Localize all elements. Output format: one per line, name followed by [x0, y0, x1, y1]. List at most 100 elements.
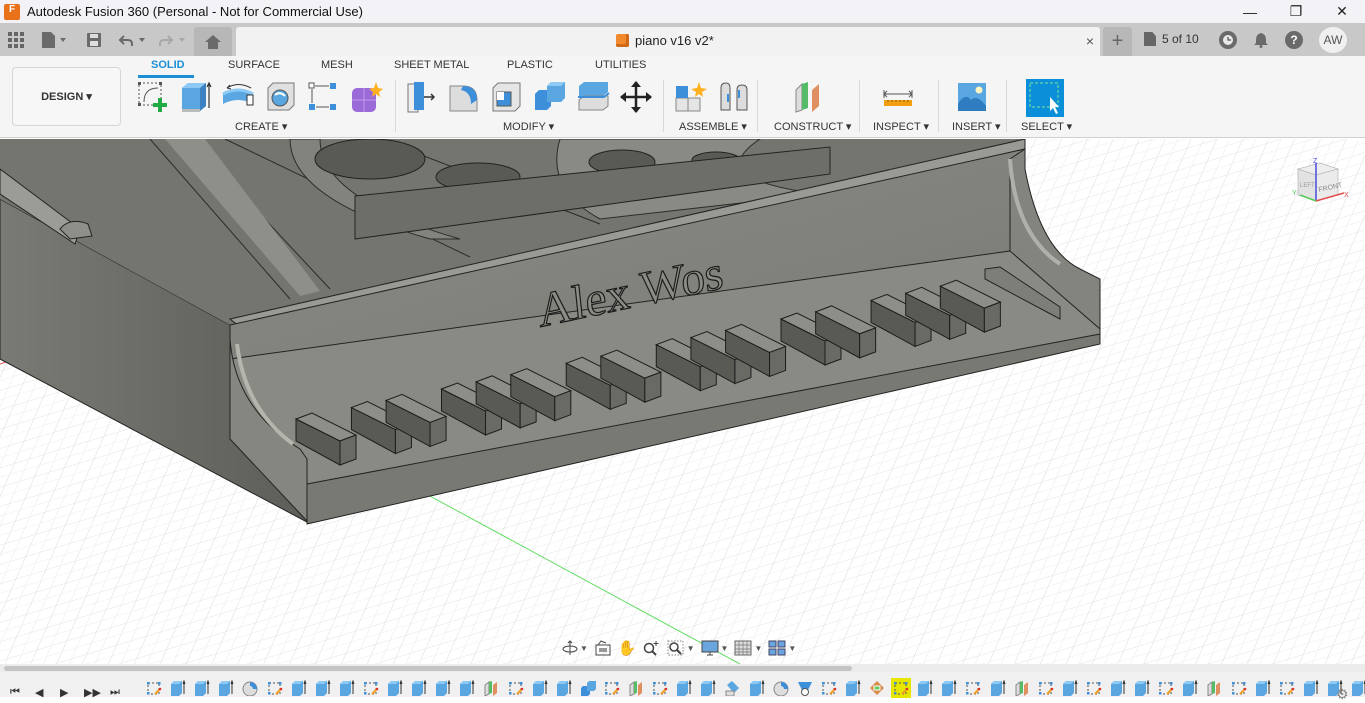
timeline-feature-sketch[interactable] [965, 680, 981, 696]
create-form-icon[interactable] [349, 80, 383, 114]
viewports-icon[interactable]: ▼ [768, 640, 796, 656]
timeline-feature-plane[interactable] [628, 680, 644, 697]
look-at-icon[interactable] [594, 640, 612, 656]
timeline-feature-sketch[interactable] [652, 680, 668, 696]
timeline-feature-extrude[interactable] [676, 679, 692, 696]
press-pull-icon[interactable] [404, 80, 438, 114]
save-button[interactable] [86, 30, 102, 50]
timeline-feature-split[interactable] [724, 680, 740, 697]
timeline-feature-extrude[interactable] [1303, 679, 1319, 696]
display-settings-icon[interactable]: ▼ [701, 640, 728, 656]
timeline-feature-extrude[interactable] [387, 679, 403, 696]
timeline-feature-extrude[interactable] [1182, 679, 1198, 696]
maximize-button[interactable]: ❐ [1273, 0, 1319, 23]
timeline-feature-extrude[interactable] [749, 679, 765, 696]
timeline-feature-sketch[interactable] [1279, 680, 1295, 696]
offset-plane-icon[interactable] [792, 80, 826, 114]
timeline-settings-gear-icon[interactable]: ⚙ [1336, 686, 1349, 703]
timeline-feature-extrude[interactable] [459, 679, 475, 696]
notifications-bell-icon[interactable] [1252, 31, 1270, 49]
move-copy-icon[interactable] [619, 80, 653, 114]
insert-image-icon[interactable] [955, 80, 989, 114]
timeline-feature-plane[interactable] [1206, 680, 1222, 697]
timeline-feature-extrude[interactable] [700, 679, 716, 696]
scrollbar-thumb[interactable] [4, 666, 852, 671]
timeline-feature-extrude[interactable] [1110, 679, 1126, 696]
timeline-feature-sketch[interactable] [508, 680, 524, 696]
redo-button[interactable] [158, 30, 188, 50]
joint-icon[interactable] [717, 80, 751, 114]
extrude-icon[interactable] [178, 80, 212, 114]
fit-zoom-window-icon[interactable]: ▼ [667, 640, 695, 656]
timeline-feature-loft[interactable] [797, 680, 813, 696]
tab-plastic[interactable]: PLASTIC [507, 59, 553, 71]
timeline-feature-extrude[interactable] [291, 679, 307, 696]
timeline-feature-extrude[interactable] [917, 679, 933, 696]
timeline-feature-sketch[interactable] [267, 680, 283, 696]
timeline-feature-extrude[interactable] [218, 679, 234, 696]
timeline-feature-extrude[interactable] [1255, 679, 1271, 696]
timeline-feature-plane[interactable] [1014, 680, 1030, 697]
timeline-feature-decal[interactable] [869, 680, 885, 696]
timeline-feature-fillet[interactable] [242, 680, 258, 697]
timeline-first-button[interactable]: ⏮ [10, 686, 20, 699]
zoom-icon[interactable] [643, 640, 661, 656]
timeline-feature-sketch[interactable] [821, 680, 837, 696]
construct-group-dropdown[interactable]: CONSTRUCT ▾ [774, 120, 851, 133]
timeline-feature-extrude[interactable] [556, 679, 572, 696]
timeline-feature-extrude[interactable] [941, 679, 957, 696]
timeline-feature-extrude[interactable] [1351, 679, 1365, 696]
pan-hand-icon[interactable]: ✋ [618, 639, 637, 657]
timeline-feature-extrude[interactable] [411, 679, 427, 696]
assemble-group-dropdown[interactable]: ASSEMBLE ▾ [679, 120, 747, 133]
tab-solid[interactable]: SOLID [151, 59, 185, 71]
timeline-feature-extrude[interactable] [315, 679, 331, 696]
timeline-feature-sketch-active[interactable] [891, 678, 912, 698]
timeline-feature-sketch[interactable] [363, 680, 379, 696]
timeline-previous-button[interactable]: ◀ [35, 686, 43, 699]
fillet-icon[interactable] [447, 80, 481, 114]
workspace-dropdown[interactable]: DESIGN ▾ [12, 67, 121, 126]
rectangular-pattern-icon[interactable] [306, 80, 340, 114]
undo-button[interactable] [118, 30, 148, 50]
timeline-next-button[interactable]: ▶▶ [84, 686, 101, 699]
measure-icon[interactable] [881, 80, 915, 114]
timeline-last-button[interactable]: ⏭ [110, 686, 120, 699]
timeline-feature-sketch[interactable] [146, 680, 162, 696]
app-grid-icon[interactable] [8, 30, 24, 50]
timeline-feature-sketch[interactable] [1038, 680, 1054, 696]
close-window-button[interactable]: ✕ [1319, 0, 1365, 23]
help-icon[interactable]: ? [1285, 31, 1303, 49]
timeline-feature-sketch[interactable] [1231, 680, 1247, 696]
create-group-dropdown[interactable]: CREATE ▾ [235, 120, 287, 133]
inspect-group-dropdown[interactable]: INSPECT ▾ [873, 120, 929, 133]
orbit-icon[interactable]: ▼ [562, 640, 588, 656]
timeline-feature-extrude[interactable] [194, 679, 210, 696]
timeline-feature-extrude[interactable] [845, 679, 861, 696]
select-group-dropdown[interactable]: SELECT ▾ [1021, 120, 1072, 133]
timeline-feature-sketch[interactable] [1086, 680, 1102, 696]
timeline-feature-extrude[interactable] [1134, 679, 1150, 696]
design-canvas[interactable]: Alex Wos FRONT LEFT Z X Y [0, 139, 1365, 664]
timeline-feature-combine[interactable] [580, 680, 596, 696]
home-tab[interactable] [194, 27, 232, 56]
tab-sheet-metal[interactable]: SHEET METAL [394, 59, 469, 71]
hole-icon[interactable] [264, 80, 298, 114]
timeline-feature-extrude[interactable] [435, 679, 451, 696]
modify-group-dropdown[interactable]: MODIFY ▾ [503, 120, 554, 133]
new-component-icon[interactable] [674, 80, 708, 114]
version-button[interactable]: 5 of 10 [1144, 32, 1199, 46]
timeline-feature-sketch[interactable] [1158, 680, 1174, 696]
timeline-feature-extrude[interactable] [339, 679, 355, 696]
timeline-feature-sketch[interactable] [604, 680, 620, 696]
job-status-clock-icon[interactable] [1219, 31, 1237, 49]
grid-settings-icon[interactable]: ▼ [734, 640, 762, 656]
shell-icon[interactable] [490, 80, 524, 114]
timeline-feature-plane[interactable] [483, 680, 499, 697]
combine-icon[interactable] [533, 80, 567, 114]
revolve-icon[interactable] [221, 80, 255, 114]
timeline-feature-extrude[interactable] [532, 679, 548, 696]
file-menu-button[interactable] [41, 30, 67, 50]
close-tab-button[interactable]: × [1086, 33, 1094, 49]
create-sketch-icon[interactable] [136, 80, 170, 114]
